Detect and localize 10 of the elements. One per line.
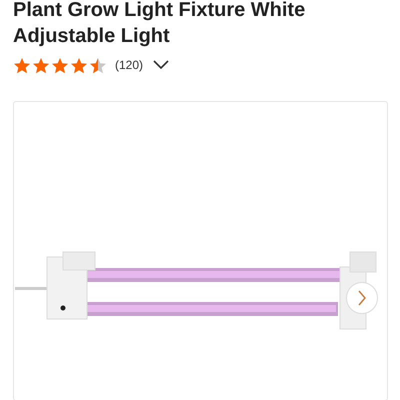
- chevron-down-icon[interactable]: [153, 60, 170, 70]
- review-count[interactable]: (120): [115, 56, 144, 74]
- star-icon: [13, 56, 31, 74]
- star-icon: [89, 56, 107, 74]
- chevron-right-icon: [357, 290, 367, 306]
- star-icon: [51, 56, 69, 74]
- star-icon: [70, 56, 88, 74]
- star-icon: [32, 56, 50, 74]
- product-title: Plant Grow Light Fixture White Adjustable Light: [13, 0, 306, 49]
- next-image-button[interactable]: [346, 282, 378, 314]
